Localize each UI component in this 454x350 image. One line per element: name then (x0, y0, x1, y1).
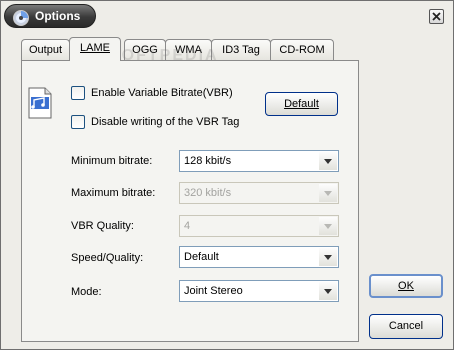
chevron-down-icon[interactable] (319, 152, 337, 170)
cancel-button-label: Cancel (388, 320, 424, 332)
ok-button-label: OK (398, 280, 414, 292)
maximum-bitrate-select[interactable]: 320 kbit/s (179, 182, 339, 204)
tab-lame[interactable]: LAME (69, 37, 121, 61)
minimum-bitrate-value: 128 kbit/s (184, 155, 232, 167)
disc-app-icon (13, 10, 29, 26)
audio-file-icon (28, 87, 52, 119)
disable-vbr-tag-checkbox[interactable] (71, 115, 85, 129)
tab-id3-tag[interactable]: ID3 Tag (211, 39, 271, 60)
disable-vbr-tag-label: Disable writing of the VBR Tag (91, 116, 240, 128)
vbr-quality-value: 4 (184, 220, 191, 232)
title-pill: Options (4, 4, 96, 28)
mode-value: Joint Stereo (184, 285, 243, 297)
enable-vbr-checkbox[interactable] (71, 86, 85, 100)
vbr-quality-select[interactable]: 4 (179, 215, 339, 237)
chevron-down-icon[interactable] (319, 282, 337, 300)
tab-cd-rom[interactable]: CD-ROM (270, 39, 334, 60)
ok-button[interactable]: OK (369, 274, 443, 298)
tab-cd-rom-label: CD-ROM (279, 44, 325, 56)
chevron-down-icon[interactable] (319, 184, 337, 202)
close-icon (432, 12, 441, 21)
chevron-down-icon[interactable] (319, 248, 337, 266)
maximum-bitrate-label: Maximum bitrate: (71, 187, 156, 199)
tab-output[interactable]: Output (21, 39, 70, 60)
mode-select[interactable]: Joint Stereo (179, 280, 339, 302)
cancel-button[interactable]: Cancel (369, 314, 443, 339)
tab-id3-tag-label: ID3 Tag (222, 44, 260, 56)
title-bar[interactable]: Options (1, 1, 453, 33)
minimum-bitrate-label: Minimum bitrate: (71, 155, 153, 167)
minimum-bitrate-select[interactable]: 128 kbit/s (179, 150, 339, 172)
mode-label: Mode: (71, 286, 102, 298)
speed-quality-select[interactable]: Default (179, 246, 339, 268)
chevron-down-icon[interactable] (319, 217, 337, 235)
default-button-label: Default (284, 98, 319, 110)
enable-vbr-label: Enable Variable Bitrate(VBR) (91, 87, 233, 99)
tab-lame-label: LAME (80, 42, 110, 54)
default-button[interactable]: Default (265, 92, 338, 116)
speed-quality-value: Default (184, 251, 219, 263)
watermark: SOFTPEDIA (109, 47, 219, 64)
vbr-quality-label: VBR Quality: (71, 220, 134, 232)
tab-output-label: Output (28, 44, 63, 56)
close-button[interactable] (429, 9, 444, 24)
maximum-bitrate-value: 320 kbit/s (184, 187, 232, 199)
speed-quality-label: Speed/Quality: (71, 252, 144, 264)
options-window: Options Output LAME OGG WMA ID3 Tag CD-R… (0, 0, 454, 350)
window-title: Options (35, 9, 81, 23)
